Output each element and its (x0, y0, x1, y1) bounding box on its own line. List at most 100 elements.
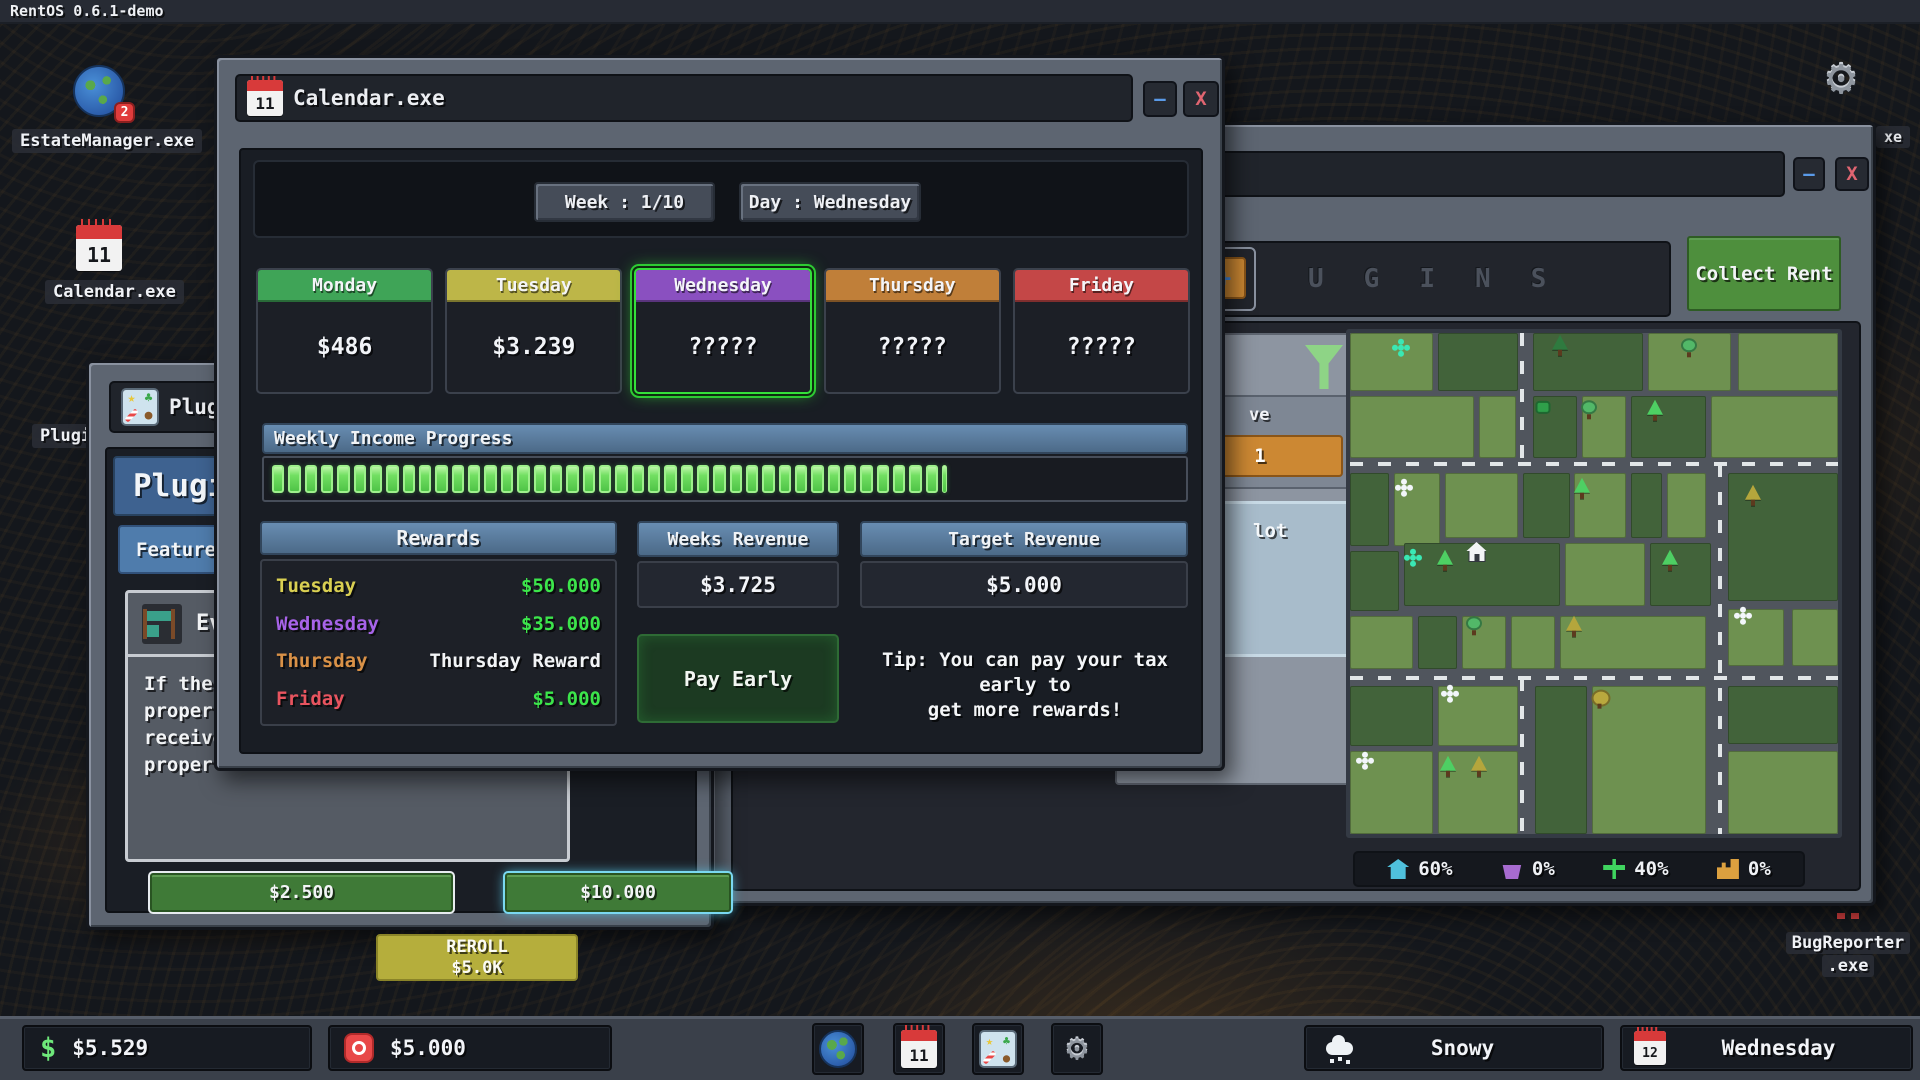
map-parcel[interactable] (1728, 686, 1838, 744)
day-card-thursday[interactable]: Thursday????? (824, 268, 1001, 394)
taskbar-settings-button[interactable]: ⚙ (1051, 1023, 1103, 1075)
estatemanager-close-button[interactable]: X (1835, 157, 1869, 191)
progress-segment (566, 465, 578, 493)
pay-early-button[interactable]: Pay Early (637, 634, 839, 723)
collect-rent-button[interactable]: Collect Rent (1687, 236, 1841, 311)
globe-icon (819, 1030, 857, 1068)
progress-segment (517, 465, 529, 493)
calendar-icon: 11 (901, 1030, 937, 1068)
progress-segment (893, 465, 905, 493)
reroll-button[interactable]: REROLL $5.0K (376, 934, 578, 981)
calendar-titlebar[interactable]: 11 Calendar.exe (235, 74, 1133, 122)
map-parcel[interactable] (1738, 333, 1838, 391)
desktop-icon-label-estatemanager[interactable]: EstateManager.exe (12, 129, 202, 153)
progress-segment (713, 465, 725, 493)
taskbar-calendar-button[interactable]: 11 (893, 1023, 945, 1075)
taskbar-estatemanager-button[interactable] (812, 1023, 864, 1075)
map-parcel[interactable] (1535, 686, 1586, 834)
money-chip[interactable]: $ $5.529 (22, 1025, 312, 1071)
day-card-header: Friday (1015, 270, 1188, 302)
day-card-monday[interactable]: Monday$486 (256, 268, 433, 394)
progress-segment (844, 465, 856, 493)
price-button-left[interactable]: $2.500 (150, 873, 453, 912)
weekday-value: Wednesday (1666, 1036, 1891, 1060)
map-parcel[interactable] (1792, 609, 1838, 667)
map-parcel[interactable] (1631, 473, 1663, 538)
star-icon: ★ (986, 1035, 993, 1047)
reward-day: Tuesday (276, 575, 356, 597)
map-parcel[interactable] (1728, 609, 1784, 667)
mushroom-icon: ● (1003, 1052, 1010, 1064)
progress-segment (370, 465, 382, 493)
taskbar-pluginlab-button[interactable]: ★ ♣ ● (972, 1023, 1024, 1075)
map-parcel[interactable] (1479, 396, 1516, 459)
tax-chip[interactable]: $5.000 (328, 1025, 612, 1071)
reward-value: $5.000 (532, 688, 601, 710)
rewards-header: Rewards (260, 521, 617, 555)
map-parcel[interactable] (1667, 473, 1706, 538)
desktop-icon-calendar[interactable]: 11 (76, 225, 122, 271)
progress-segment (926, 465, 938, 493)
city-map[interactable] (1346, 329, 1842, 838)
reward-day: Wednesday (276, 613, 379, 635)
snow-cloud-icon (1326, 1042, 1353, 1055)
desktop-icon-label-calendar[interactable]: Calendar.exe (45, 280, 184, 304)
map-parcel[interactable] (1350, 551, 1399, 611)
progress-segment (599, 465, 611, 493)
progress-segment-partial (942, 465, 947, 493)
calendar-close-button[interactable]: X (1183, 81, 1219, 117)
filter-funnel-icon[interactable] (1305, 345, 1343, 389)
toolbar-letter: G (1364, 264, 1380, 294)
map-road (1350, 676, 1838, 680)
day-card-friday[interactable]: Friday????? (1013, 268, 1190, 394)
os-version-label: RentOS 0.6.1-demo (10, 2, 164, 20)
map-parcel[interactable] (1565, 543, 1646, 606)
map-parcel[interactable] (1533, 333, 1643, 391)
desktop-icon-label-bugreporter[interactable]: BugReporter .exe (1782, 932, 1914, 977)
calendar-minimize-button[interactable]: – (1143, 81, 1177, 117)
map-parcel[interactable] (1350, 616, 1413, 669)
estatemanager-minimize-button[interactable]: – (1793, 157, 1825, 191)
reward-row-tuesday: Tuesday$50.000 (276, 575, 601, 597)
desktop-icon-settings-gear[interactable]: ⚙ (1826, 52, 1856, 102)
map-stat-value: 0% (1748, 858, 1771, 880)
map-parcel[interactable] (1728, 751, 1838, 834)
map-parcel[interactable] (1650, 543, 1711, 606)
map-parcel[interactable] (1445, 473, 1518, 538)
map-stat-industrial: 0% (1717, 858, 1771, 880)
mushroom-icon: ● (145, 409, 153, 422)
map-parcel[interactable] (1350, 333, 1433, 391)
day-card-tuesday[interactable]: Tuesday$3.239 (445, 268, 622, 394)
map-parcel[interactable] (1631, 396, 1707, 459)
reward-value: Thursday Reward (429, 650, 601, 672)
reward-row-thursday: ThursdayThursday Reward (276, 650, 601, 672)
price-button-right[interactable]: $10.000 (505, 873, 731, 912)
map-parcel[interactable] (1511, 616, 1555, 669)
flower-white-icon (1447, 690, 1453, 696)
map-parcel[interactable] (1523, 473, 1569, 538)
pine-tree-dry-icon (1745, 485, 1761, 500)
weather-chip[interactable]: Snowy (1304, 1025, 1604, 1071)
desktop-icon-estatemanager[interactable]: 2 (73, 65, 129, 121)
weekday-chip[interactable]: 12 Wednesday (1620, 1025, 1913, 1071)
progress-segment (321, 465, 333, 493)
pine-tree-icon (1662, 550, 1678, 565)
flower-white-icon (1740, 613, 1746, 619)
map-parcel[interactable] (1592, 686, 1707, 834)
calendar-content: Week : 1/10 Day : Wednesday Monday$486Tu… (239, 148, 1203, 754)
progress-segment (534, 465, 546, 493)
day-card-wednesday[interactable]: Wednesday????? (634, 268, 811, 394)
map-parcel[interactable] (1418, 616, 1457, 669)
map-parcel[interactable] (1438, 333, 1519, 391)
map-parcel[interactable] (1711, 396, 1838, 459)
desktop-icon-label-settings-partial[interactable]: xe (1876, 126, 1910, 148)
progress-segment (452, 465, 464, 493)
toolbar-letter: I (1419, 264, 1435, 294)
map-parcel[interactable] (1350, 396, 1474, 459)
shop-icon (142, 604, 182, 644)
progress-segment (354, 465, 366, 493)
map-parcel[interactable] (1350, 686, 1433, 746)
map-parcel[interactable] (1350, 473, 1389, 546)
progress-segment (337, 465, 349, 493)
reward-value: $35.000 (521, 613, 601, 635)
